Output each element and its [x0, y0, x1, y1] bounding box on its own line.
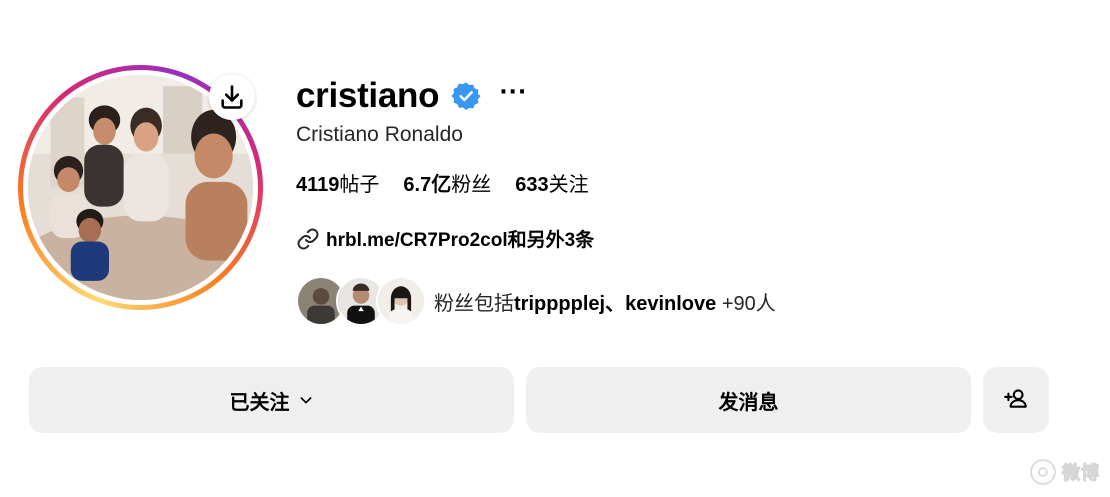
bio-link[interactable]: hrbl.me/CR7Pro2col和另外3条	[296, 225, 594, 252]
followed-by-prefix: 粉丝包括	[434, 290, 514, 315]
message-button[interactable]: 发消息	[526, 367, 971, 433]
posts-value: 4119	[296, 174, 340, 196]
weibo-watermark: 微博	[1030, 459, 1100, 485]
weibo-logo-icon	[1030, 459, 1056, 485]
add-person-icon	[1003, 385, 1029, 416]
posts-count[interactable]: 4119 帖子	[296, 168, 379, 197]
following-button[interactable]: 已关注	[29, 367, 514, 433]
followed-by-names: tripppplej、kevinlove	[514, 292, 717, 315]
mutual-followers-avatars	[296, 276, 426, 326]
followers-label: 粉丝	[451, 172, 492, 196]
following-count[interactable]: 633 关注	[515, 168, 588, 197]
username: cristiano	[296, 76, 440, 115]
link-icon	[296, 227, 320, 251]
followers-count[interactable]: 6.7亿 粉丝	[403, 168, 491, 197]
chevron-down-icon	[298, 392, 314, 408]
following-button-label: 已关注	[229, 389, 290, 414]
followed-by-text: 粉丝包括tripppplej、kevinlove +90人	[434, 287, 776, 316]
download-icon	[221, 85, 243, 109]
followed-by-more: +90人	[716, 292, 776, 315]
followers-value: 6.7亿	[403, 174, 452, 196]
watermark-text: 微博	[1062, 463, 1100, 485]
followed-by-row[interactable]: 粉丝包括tripppplej、kevinlove +90人	[296, 276, 776, 326]
profile-stats: 4119 帖子 6.7亿 粉丝 633 关注	[296, 168, 589, 197]
verified-badge-icon	[451, 81, 481, 111]
username-row: cristiano ···	[296, 74, 527, 118]
posts-label: 帖子	[339, 172, 380, 196]
suggested-accounts-button[interactable]	[983, 367, 1049, 433]
following-value: 633	[515, 174, 549, 196]
mutual-avatar-3[interactable]	[376, 276, 426, 326]
bio-link-text: hrbl.me/CR7Pro2col和另外3条	[326, 230, 595, 251]
more-options-button[interactable]: ···	[499, 82, 527, 104]
mutual-avatar-3-image	[378, 278, 424, 324]
following-label: 关注	[548, 172, 589, 196]
download-button[interactable]	[209, 74, 255, 120]
message-button-label: 发消息	[718, 389, 779, 414]
full-name: Cristiano Ronaldo	[296, 123, 463, 146]
